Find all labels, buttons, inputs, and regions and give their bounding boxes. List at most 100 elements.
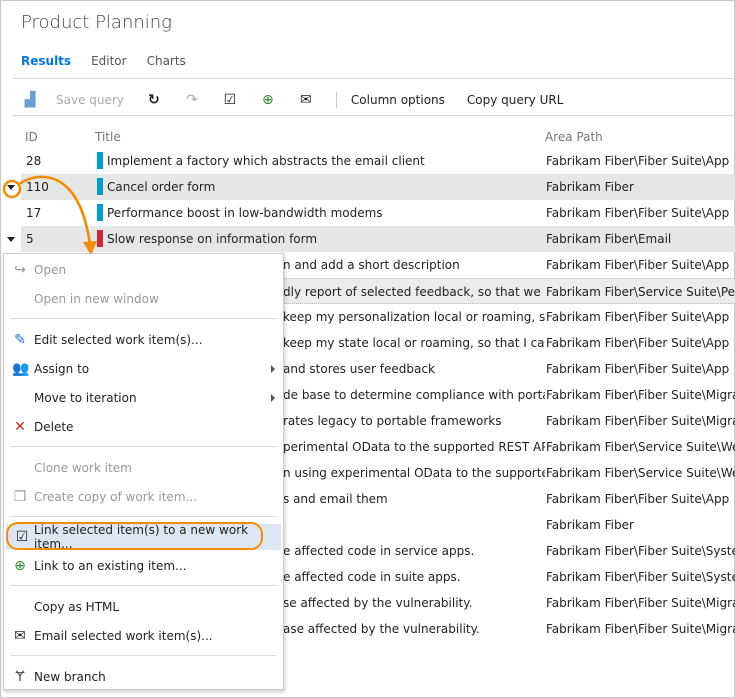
menu-item-edit[interactable]: ✎ Edit selected work item(s)... <box>4 327 283 353</box>
cell-title: Implement a factory which abstracts the … <box>107 154 425 168</box>
tab-results[interactable]: Results <box>21 54 71 68</box>
cell-area-path: Fabrikam Fiber\Service Suite\Web S <box>546 440 735 454</box>
table-row[interactable]: 28 Implement a factory which abstracts th… <box>21 148 735 174</box>
new-linked-item-icon: ☑ <box>223 92 237 108</box>
submenu-arrow-icon <box>271 394 275 402</box>
annotation-arrow <box>2 175 97 255</box>
page-title: Product Planning <box>21 12 172 33</box>
cell-title: ase affected by the vulnerability. <box>283 622 480 636</box>
row-context-menu-caret-icon[interactable] <box>7 237 15 242</box>
cell-title: keep my state local or roaming, so that … <box>283 336 545 350</box>
cell-title: de base to determine compliance with por… <box>283 388 545 402</box>
cell-title: s and email them <box>283 492 388 506</box>
cell-area-path: Fabrikam Fiber\Fiber Suite\App <box>546 362 730 376</box>
menu-item-open-new-window[interactable]: Open in new window <box>4 286 283 312</box>
mail-icon: ✉ <box>300 92 312 108</box>
table-row[interactable]: 17 Performance boost in low-bandwidth mod… <box>21 200 735 226</box>
copy-query-url-button[interactable]: Copy query URL <box>467 93 564 107</box>
tab-charts[interactable]: Charts <box>147 54 186 68</box>
cell-title: se affected by the vulnerability. <box>283 596 473 610</box>
cell-title: Slow response on information form <box>107 232 318 246</box>
link-new-work-item-button[interactable]: ☑ <box>222 92 238 108</box>
cell-area-path: Fabrikam Fiber\Fiber Suite\App <box>546 492 730 506</box>
open-icon: ↪ <box>14 262 26 278</box>
menu-item-email[interactable]: ✉ Email selected work item(s)... <box>4 623 283 649</box>
menu-separator <box>10 655 277 656</box>
cell-area-path: Fabrikam Fiber <box>546 180 634 194</box>
menu-item-assign-to[interactable]: 👥 Assign to <box>4 356 283 382</box>
cell-area-path: Fabrikam Fiber\Service Suite\Web S <box>546 466 735 480</box>
cell-area-path: Fabrikam Fiber\Fiber Suite\App <box>546 336 730 350</box>
column-options-button[interactable]: Column options <box>351 93 445 107</box>
refresh-icon: ↻ <box>148 92 160 108</box>
divider <box>13 78 735 79</box>
cell-area-path: Fabrikam Fiber <box>546 518 634 532</box>
refresh-button[interactable]: ↻ <box>146 92 162 108</box>
work-item-type-bar <box>97 152 103 169</box>
row-context-menu-caret-icon[interactable] <box>7 185 15 190</box>
cell-area-path: Fabrikam Fiber\Fiber Suite\App <box>546 310 730 324</box>
save-icon: ▟ <box>24 92 36 108</box>
cell-area-path: Fabrikam Fiber\Fiber Suite\Migrate <box>546 622 735 636</box>
column-header-title[interactable]: Title <box>95 130 121 144</box>
link-add-icon: ⊕ <box>262 92 274 108</box>
branch-icon: Ɏ <box>15 669 25 685</box>
column-header-area-path[interactable]: Area Path <box>545 130 603 144</box>
menu-item-new-branch[interactable]: Ɏ New branch <box>4 664 283 690</box>
table-row[interactable]: 110 Cancel order form Fabrikam Fiber <box>21 174 735 200</box>
cell-area-path: Fabrikam Fiber\Fiber Suite\System <box>546 570 735 584</box>
menu-separator <box>10 585 277 586</box>
menu-separator <box>10 516 277 517</box>
menu-item-link-new-work-item[interactable]: ☑ Link selected item(s) to a new work ite… <box>6 523 281 551</box>
menu-separator <box>10 318 277 319</box>
column-header-id[interactable]: ID <box>25 130 38 144</box>
menu-item-copy-as-html[interactable]: Copy as HTML <box>4 594 283 620</box>
link-existing-button[interactable]: ⊕ <box>260 92 276 108</box>
cell-title: perimental OData to the supported REST A… <box>283 440 545 454</box>
cell-area-path: Fabrikam Fiber\Fiber Suite\App <box>546 258 730 272</box>
context-menu: ↪ Open Open in new window ✎ Edit selected … <box>3 253 284 690</box>
delete-x-icon: ✕ <box>14 419 26 435</box>
new-linked-item-icon: ☑ <box>15 529 29 545</box>
email-button[interactable]: ✉ <box>298 92 314 108</box>
tab-editor[interactable]: Editor <box>91 54 127 68</box>
cell-area-path: Fabrikam Fiber\Fiber Suite\Migrate <box>546 414 735 428</box>
submenu-arrow-icon <box>271 365 275 373</box>
people-icon: 👥 <box>12 361 30 377</box>
redo-button[interactable]: ↷ <box>184 92 200 108</box>
cell-area-path: Fabrikam Fiber\Fiber Suite\App <box>546 206 730 220</box>
cell-area-path: Fabrikam Fiber\Service Suite\Perfor <box>546 285 735 299</box>
menu-item-open[interactable]: ↪ Open <box>4 257 283 283</box>
cell-title: rates legacy to portable frameworks <box>283 414 502 428</box>
cell-area-path: Fabrikam Fiber\Fiber Suite\Migrate <box>546 388 735 402</box>
link-add-icon: ⊕ <box>14 558 26 574</box>
save-query-button[interactable]: ▟ Save query <box>22 92 124 108</box>
cell-title: n using experimental OData to the suppor… <box>283 466 545 480</box>
cell-title: dly report of selected feedback, so that… <box>283 285 545 299</box>
menu-item-link-existing[interactable]: ⊕ Link to an existing item... <box>4 553 283 579</box>
cell-id: 28 <box>26 154 42 168</box>
cell-title: n and add a short description <box>283 258 460 272</box>
cell-title: e affected code in service apps. <box>283 544 475 558</box>
cell-title: Cancel order form <box>107 180 216 194</box>
menu-item-create-copy[interactable]: ❐ Create copy of work item... <box>4 484 283 510</box>
copy-icon: ❐ <box>13 489 27 505</box>
cell-title: Performance boost in low-bandwidth modem… <box>107 206 383 220</box>
cell-area-path: Fabrikam Fiber\Fiber Suite\Migrate <box>546 596 735 610</box>
toolbar-separator <box>335 92 337 108</box>
cell-area-path: Fabrikam Fiber\Fiber Suite\App <box>546 154 730 168</box>
cell-area-path: Fabrikam Fiber\Email <box>546 232 672 246</box>
mail-icon: ✉ <box>14 628 26 644</box>
cell-title: and stores user feedback <box>283 362 435 376</box>
menu-item-move-to-iteration[interactable]: Move to iteration <box>4 385 283 411</box>
divider <box>13 115 735 116</box>
menu-item-clone[interactable]: Clone work item <box>4 455 283 481</box>
menu-separator <box>10 446 277 447</box>
menu-item-delete[interactable]: ✕ Delete <box>4 414 283 440</box>
redo-icon: ↷ <box>186 92 198 108</box>
table-row[interactable]: 5 Slow response on information form Fabrik… <box>21 226 735 252</box>
cell-title: keep my personalization local or roaming… <box>283 310 545 324</box>
cell-title: e affected code in suite apps. <box>283 570 461 584</box>
pencil-icon: ✎ <box>14 332 26 348</box>
cell-area-path: Fabrikam Fiber\Fiber Suite\System <box>546 544 735 558</box>
